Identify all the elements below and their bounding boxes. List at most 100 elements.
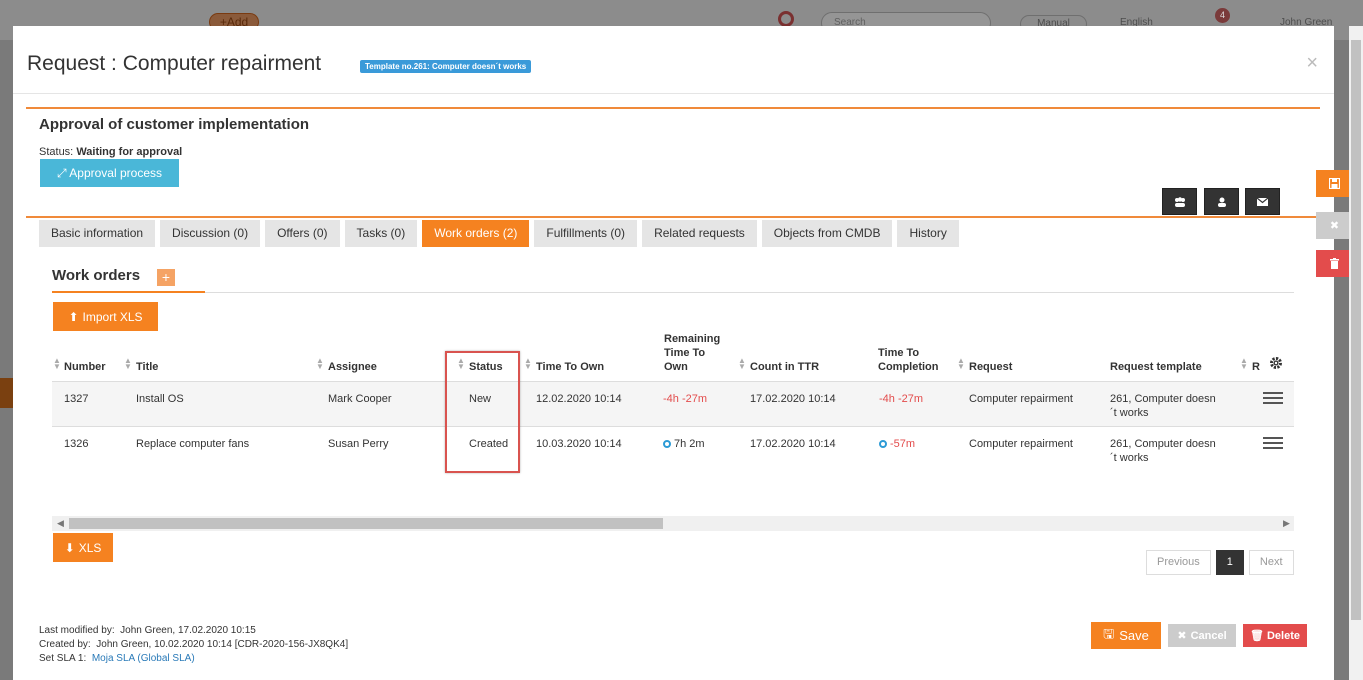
orange-divider-tabs	[26, 216, 1334, 218]
cell-number: 1326	[64, 438, 89, 450]
group-button[interactable]	[1162, 188, 1197, 215]
table-horizontal-scrollbar[interactable]: ◀ ▶	[52, 516, 1294, 531]
cell-remaining-value: 7h 2m	[674, 438, 705, 450]
pager-next[interactable]: Next	[1248, 550, 1294, 575]
save-icon	[1329, 178, 1340, 189]
tab-fulfillments[interactable]: Fulfillments (0)	[534, 220, 638, 247]
email-button[interactable]	[1245, 188, 1280, 215]
cell-remaining: 7h 2m	[663, 437, 705, 451]
side-delete-button[interactable]	[1316, 250, 1353, 277]
approval-process-label: Approval process	[69, 166, 162, 180]
section-title: Approval of customer implementation	[39, 116, 310, 133]
audit-info: Last modified by: John Green, 17.02.2020…	[39, 624, 348, 666]
cell-template-line1: 261, Computer doesn	[1110, 393, 1216, 405]
col-title[interactable]: Title	[136, 360, 158, 374]
created-line: Created by: John Green, 10.02.2020 10:14…	[39, 638, 348, 652]
delete-button[interactable]: 🗑 Delete	[1243, 624, 1307, 647]
close-icon[interactable]: ×	[1306, 52, 1318, 75]
col-time-to-completion[interactable]: Time To Completion	[878, 346, 939, 374]
cell-count-ttr: 17.02.2020 10:14	[750, 393, 836, 405]
tab-related-requests[interactable]: Related requests	[642, 220, 757, 247]
clock-dot-icon	[879, 440, 887, 448]
col-remaining-line1: Remaining	[664, 333, 721, 345]
save-button[interactable]: 🖫 Save	[1091, 622, 1161, 649]
sort-icon[interactable]: ▲ ▼	[524, 357, 532, 371]
trash-icon: 🗑	[1250, 630, 1264, 642]
scroll-left-icon[interactable]: ◀	[57, 518, 64, 529]
approval-process-button[interactable]: ⤢ Approval process	[40, 159, 179, 187]
add-work-order-button[interactable]: +	[157, 269, 175, 286]
row-menu-icon[interactable]	[1263, 437, 1283, 452]
users-icon	[1174, 196, 1185, 207]
expand-icon: ⤢	[57, 166, 67, 180]
sla-link[interactable]: Moja SLA (Global SLA)	[92, 653, 195, 664]
tab-history[interactable]: History	[897, 220, 959, 247]
cell-ttc: -57m	[879, 437, 915, 451]
cell-time-to-own: 10.03.2020 10:14	[536, 438, 622, 450]
row-menu-icon[interactable]	[1263, 392, 1283, 407]
sort-icon[interactable]: ▲ ▼	[53, 357, 61, 371]
tab-discussion[interactable]: Discussion (0)	[160, 220, 261, 247]
tab-work-orders[interactable]: Work orders (2)	[422, 220, 530, 247]
export-xls-button[interactable]: ⬇ XLS	[53, 533, 113, 562]
side-cancel-button[interactable]: ✖	[1316, 212, 1353, 239]
col-truncated[interactable]: R	[1252, 360, 1260, 374]
side-save-button[interactable]	[1316, 170, 1353, 197]
status-label: Status:	[39, 146, 74, 158]
trash-icon	[1330, 258, 1339, 269]
sort-icon[interactable]: ▲ ▼	[124, 357, 132, 371]
table-row[interactable]: 1326 Replace computer fans Susan Perry C…	[52, 427, 1294, 471]
sla-line: Set SLA 1: Moja SLA (Global SLA)	[39, 652, 348, 666]
scroll-thumb[interactable]	[69, 518, 663, 529]
tab-bar: Basic information Discussion (0) Offers …	[39, 220, 959, 247]
cell-number: 1327	[64, 393, 89, 405]
cell-template-line2: ´t works	[1110, 452, 1149, 464]
col-request[interactable]: Request	[969, 360, 1012, 374]
col-remaining-time[interactable]: Remaining Time To Own	[664, 332, 720, 374]
col-time-to-own[interactable]: Time To Own	[536, 360, 604, 374]
table-row[interactable]: 1327 Install OS Mark Cooper New 12.02.20…	[52, 382, 1294, 426]
template-badge: Template no.261: Computer doesn´t works	[360, 60, 532, 73]
work-orders-rule	[205, 292, 1294, 293]
tab-tasks[interactable]: Tasks (0)	[344, 220, 418, 247]
notification-badge: 4	[1215, 8, 1230, 23]
sort-icon[interactable]: ▲ ▼	[738, 357, 746, 371]
col-assignee[interactable]: Assignee	[328, 360, 377, 374]
cell-request: Computer repairment	[969, 393, 1073, 405]
cell-assignee: Susan Perry	[328, 438, 389, 450]
cancel-button[interactable]: ✖ Cancel	[1168, 624, 1236, 647]
status-value: Waiting for approval	[76, 146, 183, 158]
sort-icon[interactable]: ▲ ▼	[1240, 357, 1248, 371]
close-icon: ✖	[1177, 630, 1187, 642]
sort-icon[interactable]: ▲ ▼	[957, 357, 965, 371]
col-request-template[interactable]: Request template	[1110, 360, 1202, 374]
cell-ttc: -4h -27m	[879, 393, 924, 405]
col-remaining-line3: Own	[664, 361, 688, 373]
col-number[interactable]: Number	[64, 360, 106, 374]
created-value: John Green, 10.02.2020 10:14 [CDR-2020-1…	[96, 639, 349, 650]
tab-objects-from-cmdb[interactable]: Objects from CMDB	[761, 220, 893, 247]
pager-page-1[interactable]: 1	[1215, 550, 1244, 575]
cell-template: 261, Computer doesn ´t works	[1110, 392, 1216, 420]
cell-request: Computer repairment	[969, 438, 1073, 450]
import-xls-label: Import XLS	[82, 309, 143, 324]
user-button[interactable]	[1204, 188, 1239, 215]
pager-previous[interactable]: Previous	[1146, 550, 1211, 575]
orange-divider	[26, 107, 1320, 109]
sort-icon[interactable]: ▲ ▼	[316, 357, 324, 371]
last-modified-label: Last modified by:	[39, 625, 115, 636]
work-orders-title: Work orders	[52, 267, 141, 284]
cell-template: 261, Computer doesn ´t works	[1110, 437, 1216, 465]
last-modified-value: John Green, 17.02.2020 10:15	[120, 625, 256, 636]
tab-offers[interactable]: Offers (0)	[265, 220, 340, 247]
clock-dot-icon	[663, 440, 671, 448]
page-scroll-thumb[interactable]	[1351, 40, 1361, 620]
status-column-highlight	[445, 351, 520, 473]
page-vertical-scrollbar[interactable]	[1349, 26, 1363, 680]
gear-icon[interactable]	[1269, 356, 1283, 370]
scroll-right-icon[interactable]: ▶	[1283, 518, 1290, 529]
work-orders-table: ▲ ▼ Number ▲ ▼ Title ▲ ▼ Assignee ▲ ▼ Status…	[52, 326, 1294, 516]
tab-basic-information[interactable]: Basic information	[39, 220, 156, 247]
save-icon: 🖫	[1103, 625, 1115, 641]
col-count-in-ttr[interactable]: Count in TTR	[750, 360, 819, 374]
